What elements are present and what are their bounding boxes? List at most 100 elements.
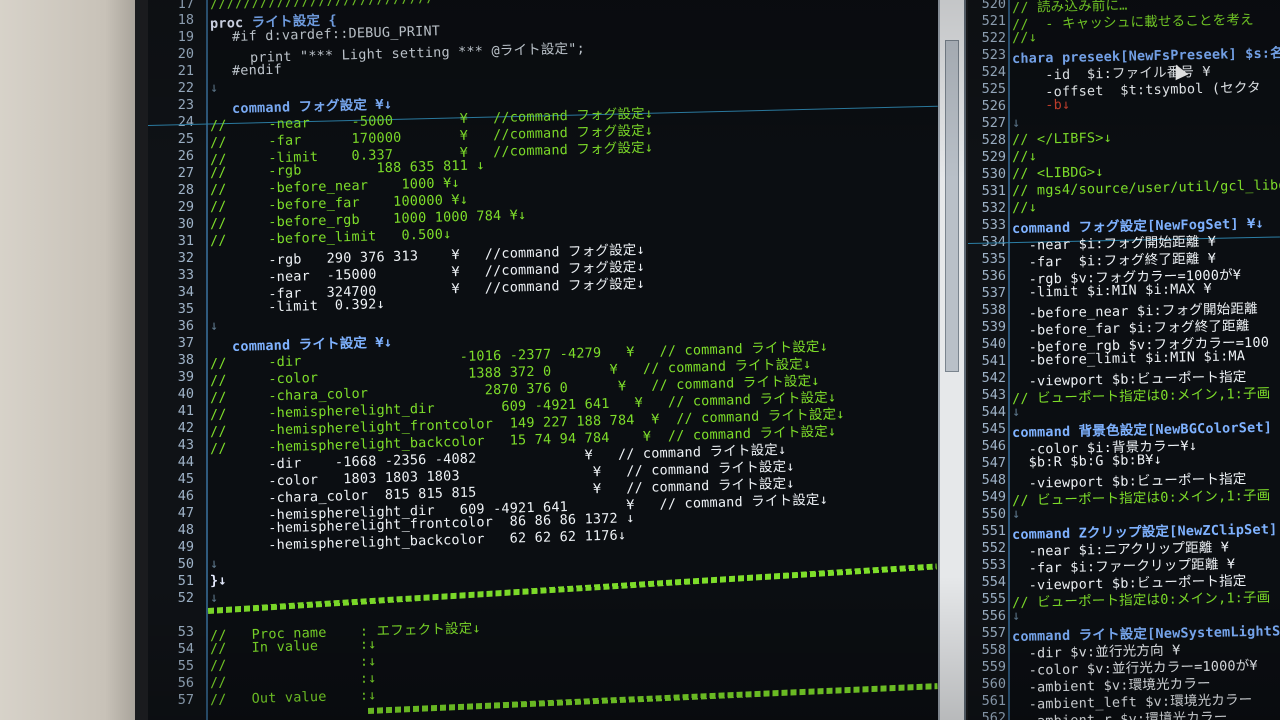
- line-number: 37: [177, 335, 194, 351]
- line-number: 42: [177, 420, 194, 436]
- code-token: print "*** Light setting *** @ライト設定";: [249, 40, 586, 66]
- code-line[interactable]: #endif: [232, 62, 282, 79]
- line-number: 548: [981, 472, 1006, 488]
- line-number: 48: [177, 522, 194, 538]
- code-line[interactable]: // ビューポート指定は0:メイン,1:子画: [1012, 586, 1271, 611]
- code-token: -b↓: [1011, 96, 1071, 114]
- code-line[interactable]: //↓: [1012, 199, 1037, 216]
- line-number: 531: [981, 183, 1006, 199]
- code-token: ↓: [1011, 403, 1021, 420]
- line-number: 551: [981, 523, 1006, 539]
- line-number: 525: [981, 81, 1006, 97]
- code-line[interactable]: // </LIBFS>↓: [1012, 130, 1112, 148]
- line-number: 40: [177, 386, 194, 402]
- code-line[interactable]: }↓: [210, 573, 227, 589]
- line-number: 561: [981, 693, 1006, 709]
- code-line[interactable]: //↓: [1012, 148, 1037, 165]
- code-token: // - キャッシュに載せることを考え: [1011, 11, 1254, 33]
- code-line[interactable]: // <LIBDG>↓: [1012, 164, 1104, 182]
- line-number: 51: [177, 573, 194, 589]
- line-number: 39: [177, 369, 194, 385]
- line-number: 28: [177, 182, 194, 198]
- code-line[interactable]: ↓: [1012, 404, 1021, 420]
- code-token: $b:R $b:G $b:B¥↓: [1011, 451, 1163, 471]
- code-line[interactable]: // - キャッシュに載せることを考え: [1012, 8, 1254, 33]
- code-token: ↓: [209, 555, 219, 572]
- line-number: 19: [177, 29, 194, 45]
- code-line[interactable]: -limit 0.392↓: [210, 296, 385, 317]
- line-number: 522: [981, 30, 1006, 46]
- line-number: 25: [177, 131, 194, 147]
- line-number: 21: [177, 63, 194, 79]
- code-line[interactable]: ↓: [210, 80, 219, 96]
- code-line[interactable]: ↓: [210, 590, 219, 606]
- line-number: 545: [981, 421, 1006, 437]
- line-number: 20: [177, 46, 194, 62]
- code-token: ↓: [1011, 114, 1021, 131]
- line-number: 558: [981, 642, 1006, 658]
- code-line[interactable]: ↓: [210, 318, 219, 334]
- line-number: 544: [981, 404, 1006, 420]
- vertical-scrollbar[interactable]: [938, 0, 966, 720]
- line-number: 549: [981, 489, 1006, 505]
- code-token: // ビューポート指定は0:メイン,1:子画: [1011, 589, 1271, 611]
- line-number: 43: [177, 437, 194, 453]
- line-number: 546: [981, 438, 1006, 454]
- code-token: // ビューポート指定は0:メイン,1:子画: [1011, 385, 1271, 407]
- line-number: 553: [981, 557, 1006, 573]
- line-number: 18: [177, 12, 194, 28]
- code-line[interactable]: ↓: [210, 556, 219, 572]
- code-line[interactable]: $b:R $b:G $b:B¥↓: [1012, 452, 1162, 471]
- line-number: 524: [981, 64, 1006, 80]
- code-token: // <LIBDG>↓: [1011, 164, 1104, 182]
- line-number: 521: [981, 13, 1006, 29]
- code-token: ↓: [209, 79, 219, 96]
- line-number: 26: [177, 148, 194, 164]
- code-line[interactable]: // ビューポート指定は0:メイン,1:子画: [1012, 382, 1271, 407]
- left-code-editor[interactable]: 17 18 19 20 21 22 23 24 25 26 27 28 29 30 31 32 33 34 35 36…: [148, 0, 938, 720]
- line-number: 44: [177, 454, 194, 470]
- code-token: ↓: [1011, 505, 1021, 522]
- code-line[interactable]: // Out value :↓: [210, 687, 377, 708]
- line-number: 541: [981, 353, 1006, 369]
- code-token: ↓: [1011, 607, 1021, 624]
- line-number: 529: [981, 149, 1006, 165]
- line-number: 555: [981, 591, 1006, 607]
- code-line[interactable]: ↓: [1012, 506, 1021, 522]
- line-number-gutter: 17 18 19 20 21 22 23 24 25 26 27 28 29 30 31 32 33 34 35 36…: [148, 0, 208, 720]
- code-line[interactable]: ↓: [1012, 608, 1021, 624]
- code-token: // </LIBFS>↓: [1011, 129, 1113, 148]
- code-token: ↓: [209, 589, 219, 606]
- code-token: #endif: [231, 61, 283, 79]
- line-number: 17: [177, 0, 194, 12]
- line-number: 535: [981, 251, 1006, 267]
- code-token: }↓: [209, 572, 227, 589]
- code-token: // Out value :↓: [209, 687, 377, 708]
- line-number: 532: [981, 200, 1006, 216]
- scrollbar-thumb[interactable]: [945, 40, 959, 372]
- line-number: 46: [177, 488, 194, 504]
- code-line[interactable]: -b↓: [1011, 96, 1071, 114]
- line-number: 56: [177, 675, 194, 691]
- block-separator: [207, 563, 937, 614]
- line-number: 41: [177, 403, 194, 419]
- line-number: 560: [981, 676, 1006, 692]
- code-line[interactable]: // ビューポート指定は0:メイン,1:子画: [1012, 484, 1271, 509]
- line-number: 57: [177, 692, 194, 708]
- line-number: 50: [177, 556, 194, 572]
- right-code-editor[interactable]: 520 521 522 523 524 525 526 527 528 529 530 531 532 5…: [968, 0, 1280, 720]
- line-number: 539: [981, 319, 1006, 335]
- line-number: 542: [981, 370, 1006, 386]
- code-token: //↓: [1011, 148, 1038, 165]
- line-number: 49: [177, 539, 194, 555]
- line-number: 47: [177, 505, 194, 521]
- code-token: -ambient_r $v:環境光カラー: [1011, 709, 1228, 720]
- line-number: 24: [177, 114, 194, 130]
- block-separator: [367, 683, 938, 714]
- code-line[interactable]: ↓: [1012, 115, 1021, 131]
- code-token: //↓: [1011, 199, 1038, 216]
- line-number: 31: [177, 233, 194, 249]
- code-token: ↓: [209, 317, 219, 334]
- line-number: 537: [981, 285, 1006, 301]
- code-line[interactable]: //↓: [1012, 29, 1037, 46]
